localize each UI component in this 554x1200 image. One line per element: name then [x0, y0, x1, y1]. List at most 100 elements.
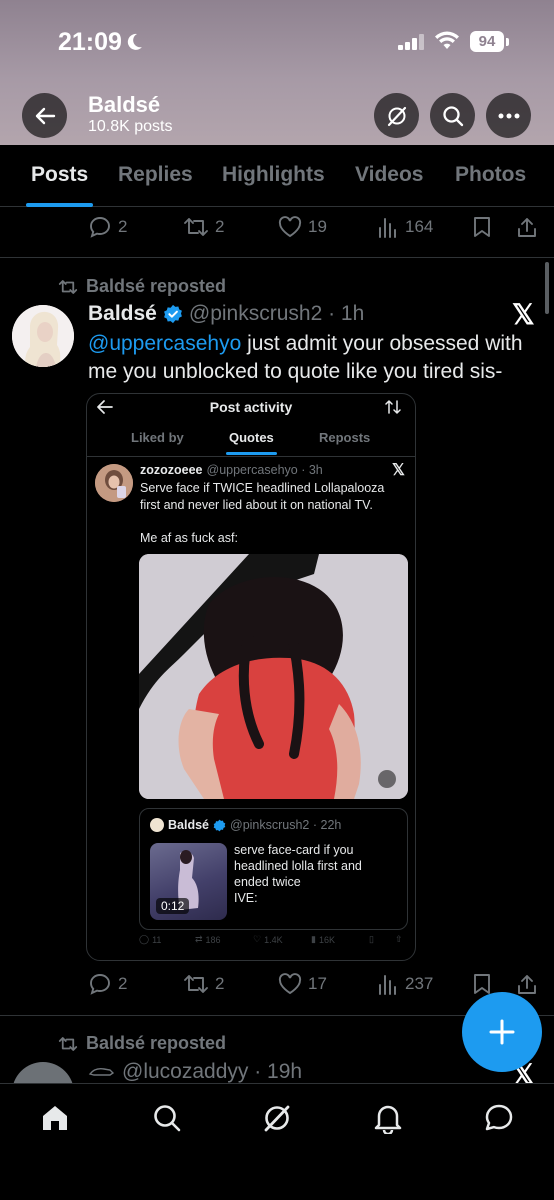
bookmark-button[interactable] [472, 207, 492, 247]
embedded-reply-count: 11 [152, 934, 162, 945]
embedded-like: ♡ 1.4K [253, 934, 283, 945]
share-icon [518, 218, 536, 237]
bell-icon [374, 1105, 402, 1134]
quote-video-thumbnail: 0:12 [150, 843, 227, 920]
embedded-username: zozozoeee [140, 463, 203, 477]
nav-home[interactable] [37, 1100, 73, 1136]
avatar[interactable] [12, 305, 74, 367]
moon-icon [127, 33, 142, 50]
embedded-bookmark: ▯ [369, 934, 374, 944]
embedded-reply: ◯ 11 [139, 934, 162, 945]
embedded-title: Post activity [209, 399, 293, 415]
reply-count: 2 [118, 974, 128, 993]
repost-icon [184, 218, 208, 236]
compose-button[interactable] [462, 992, 542, 1072]
next-repost-label: Baldsé reposted [86, 1033, 227, 1053]
repost-count: 2 [215, 974, 225, 993]
grok-button[interactable] [374, 93, 419, 138]
search-icon [442, 105, 463, 126]
like-button[interactable]: 17 [278, 964, 327, 1004]
battery-indicator: 94 [470, 31, 504, 52]
post-author: Baldsé @pinkscrush2 · 1h [88, 302, 364, 326]
bookmark-icon [474, 217, 490, 237]
nav-search[interactable] [149, 1100, 185, 1136]
nav-messages[interactable] [481, 1100, 517, 1136]
back-button[interactable] [22, 93, 67, 138]
quote-text: serve face-card if you headlined lolla f… [234, 843, 362, 905]
embedded-text-2: Me af as fuck asf: [140, 531, 238, 545]
post-divider [0, 257, 554, 258]
views-icon [379, 975, 396, 995]
repost-button[interactable]: 2 [183, 207, 224, 247]
embedded-avatar [95, 464, 133, 502]
verified-badge-icon [163, 304, 182, 324]
next-repost-indicator: Baldsé reposted [58, 1033, 226, 1054]
repost-count: 2 [215, 217, 225, 236]
profile-post-count: 10.8K posts [88, 118, 173, 135]
tab-highlights[interactable]: Highlights [222, 163, 325, 187]
embedded-views-count: 16K [318, 934, 335, 945]
app-screen: 21:09 94 Baldsé 10.8K posts Posts Replie… [0, 0, 554, 1200]
post-image[interactable]: Post activity Liked by Quotes Reposts zo… [86, 393, 416, 961]
wifi-icon [435, 31, 459, 49]
author-handle-time: @pinkscrush2 · 1h [188, 302, 365, 325]
views-button[interactable]: 237 [377, 964, 433, 1004]
like-button[interactable]: 19 [278, 207, 327, 247]
embedded-share: ⇧ [395, 934, 403, 944]
quote-avatar [150, 818, 164, 832]
tab-videos[interactable]: Videos [355, 163, 423, 187]
embedded-x-logo-icon: 𝕏 [392, 462, 405, 479]
tab-photos[interactable]: Photos [455, 163, 526, 187]
quote-username: Baldsé [168, 818, 209, 832]
profile-tabs: Posts Replies Highlights Videos Photos [0, 145, 554, 207]
reply-button[interactable]: 2 [88, 207, 127, 247]
repost-indicator: Baldsé reposted [58, 276, 226, 297]
like-count: 17 [308, 974, 327, 993]
views-button[interactable]: 164 [377, 207, 433, 247]
scrollbar[interactable] [545, 262, 549, 314]
mention-link[interactable]: @uppercasehyo [88, 332, 241, 355]
post-actions: 2 2 17 237 [0, 964, 554, 1004]
nav-grok[interactable] [259, 1100, 295, 1136]
repost-button[interactable]: 2 [183, 964, 224, 1004]
plus-icon [489, 1019, 515, 1045]
arrow-left-icon [35, 107, 55, 124]
next-post-author: @lucozaddyy · 19h [88, 1060, 302, 1084]
repost-icon [184, 975, 208, 993]
profile-name: Baldsé [88, 92, 161, 117]
repost-small-icon [58, 1036, 78, 1051]
more-button[interactable] [486, 93, 531, 138]
dancer-photo [139, 554, 408, 799]
embedded-like-count: 1.4K [264, 934, 283, 945]
heart-icon [278, 216, 302, 238]
embedded-repost: ⇄ 186 [195, 934, 221, 945]
bottom-navigation [0, 1083, 554, 1200]
share-icon [518, 975, 536, 994]
tab-posts[interactable]: Posts [31, 163, 88, 187]
bookmark-icon [474, 974, 490, 994]
prev-post-actions: 2 2 19 164 [0, 207, 554, 247]
like-count: 19 [308, 217, 327, 236]
embedded-tab-quotes: Quotes [229, 430, 274, 445]
tab-replies[interactable]: Replies [118, 163, 193, 187]
author-display-name[interactable]: Baldsé [88, 302, 157, 326]
views-icon [379, 218, 396, 238]
quote-author: Baldsé @pinkscrush2 · 22h [150, 818, 341, 832]
embedded-author: zozozoeee @uppercasehyo · 3h [140, 463, 323, 477]
views-count: 237 [405, 974, 434, 993]
nav-notifications[interactable] [370, 1100, 406, 1136]
embedded-photo [139, 554, 408, 799]
grok-icon [264, 1105, 290, 1132]
embedded-tab-liked-by: Liked by [131, 430, 184, 445]
embedded-action-bar: ◯ 11 ⇄ 186 ♡ 1.4K ▮ 16K ▯ ⇧ [87, 934, 415, 952]
reply-button[interactable]: 2 [88, 964, 127, 1004]
embedded-repost-count: 186 [205, 934, 221, 945]
battery-nub [506, 38, 509, 46]
status-bar: 21:09 94 [0, 26, 554, 60]
repost-small-icon [58, 279, 78, 294]
sort-icon [385, 400, 401, 414]
embedded-handle-time: @uppercasehyo · 3h [206, 463, 323, 477]
share-button[interactable] [516, 207, 538, 247]
next-handle-time: @lucozaddyy · 19h [122, 1060, 303, 1083]
search-button[interactable] [430, 93, 475, 138]
